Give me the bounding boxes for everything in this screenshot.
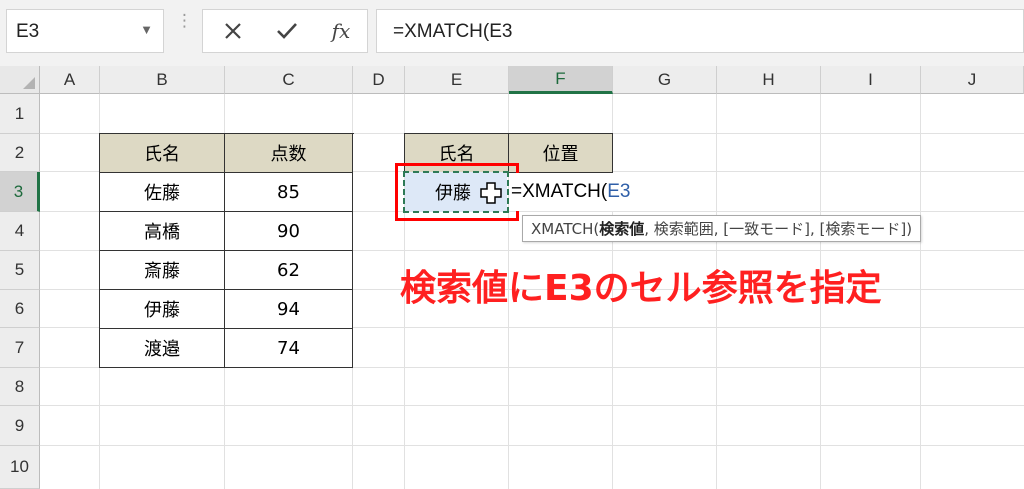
gridline <box>40 445 1024 446</box>
drag-handle-icon[interactable]: ⋮ <box>176 13 193 30</box>
tooltip-function[interactable]: XMATCH( <box>531 220 599 238</box>
column-header-e[interactable]: E <box>405 66 509 94</box>
formula-input[interactable]: =XMATCH(E3 <box>376 9 1024 53</box>
chevron-down-icon[interactable]: ▼ <box>140 22 153 37</box>
name-box[interactable]: E3 ▼ <box>6 9 164 53</box>
cell-e3-value: 伊藤 <box>435 183 471 204</box>
tooltip-current-arg[interactable]: 検索値 <box>599 218 644 239</box>
column-header-g[interactable]: G <box>613 66 717 94</box>
column-header-h[interactable]: H <box>717 66 821 94</box>
table-cell[interactable]: 斎藤 <box>100 251 225 290</box>
annotation-text: 検索値にE3のセル参照を指定 <box>400 268 882 309</box>
cancel-icon[interactable] <box>215 15 251 47</box>
function-tooltip[interactable]: XMATCH(検索値, 検索範囲, [一致モード], [検索モード]) <box>522 215 922 242</box>
table-cell[interactable]: 85 <box>225 173 353 212</box>
name-box-value: E3 <box>16 21 40 42</box>
formula-text: =XMATCH(E3 <box>393 21 513 42</box>
row-header-7[interactable]: 7 <box>0 328 40 368</box>
insert-function-button[interactable]: fx <box>323 15 359 47</box>
row-header-1[interactable]: 1 <box>0 94 40 134</box>
row-header-5[interactable]: 5 <box>0 251 40 290</box>
fx-icon: fx <box>331 19 351 43</box>
table-cell[interactable]: 90 <box>225 212 353 251</box>
cell-reference: E3 <box>607 181 631 202</box>
row-header-3[interactable]: 3 <box>0 172 40 212</box>
formula-buttons: fx <box>202 9 368 53</box>
table-cell[interactable]: 伊藤 <box>100 290 225 329</box>
table-cell[interactable]: 高橋 <box>100 212 225 251</box>
formula-bar: E3 ▼ ⋮ fx =XMATCH(E3 <box>0 0 1024 66</box>
tooltip-rest-args: , 検索範囲, [一致モード], [検索モード]) <box>644 220 913 238</box>
header-cell-name[interactable]: 氏名 <box>100 134 225 173</box>
column-header-d[interactable]: D <box>353 66 405 94</box>
row-header-4[interactable]: 4 <box>0 212 40 251</box>
header-cell-position[interactable]: 位置 <box>509 134 613 173</box>
row-header-6[interactable]: 6 <box>0 290 40 328</box>
formula-prefix: =XMATCH( <box>511 181 608 202</box>
cell-cursor-plus-icon <box>480 182 502 204</box>
column-header-b[interactable]: B <box>100 66 225 94</box>
column-header-c[interactable]: C <box>225 66 353 94</box>
row-header-8[interactable]: 8 <box>0 368 40 406</box>
table-cell[interactable]: 94 <box>225 290 353 329</box>
row-header-9[interactable]: 9 <box>0 406 40 446</box>
table-cell[interactable]: 渡邉 <box>100 329 225 368</box>
lookup-table: 氏名 位置 <box>404 133 613 173</box>
gridline <box>920 94 921 489</box>
table-cell[interactable]: 62 <box>225 251 353 290</box>
row-header-2[interactable]: 2 <box>0 134 40 172</box>
column-header-f[interactable]: F <box>509 66 613 94</box>
row-header-10[interactable]: 10 <box>0 446 40 489</box>
select-all-triangle-icon <box>23 77 35 89</box>
column-header-j[interactable]: J <box>921 66 1024 94</box>
table-cell[interactable]: 74 <box>225 329 353 368</box>
enter-check-icon[interactable] <box>269 15 305 47</box>
gridline <box>40 405 1024 406</box>
score-table: 氏名 点数 佐藤 85 高橋 90 斎藤 62 伊藤 94 渡邉 74 <box>99 133 354 368</box>
cell-f3-editor[interactable]: =XMATCH(E3 <box>509 173 631 211</box>
select-all-button[interactable] <box>0 66 40 94</box>
column-header-a[interactable]: A <box>40 66 100 94</box>
header-cell-name[interactable]: 氏名 <box>405 134 509 173</box>
table-cell[interactable]: 佐藤 <box>100 173 225 212</box>
header-cell-score[interactable]: 点数 <box>225 134 353 173</box>
column-header-i[interactable]: I <box>821 66 921 94</box>
